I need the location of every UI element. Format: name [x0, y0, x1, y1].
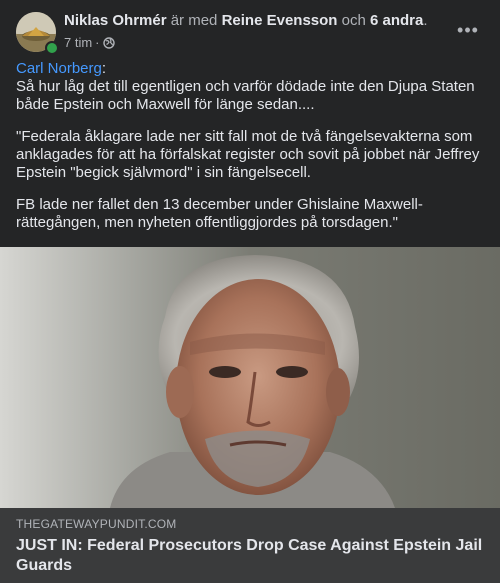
post-time[interactable]: 7 tim — [64, 35, 92, 51]
with-text: är med — [170, 12, 218, 29]
link-preview-image[interactable] — [0, 247, 500, 508]
post-header: Niklas Ohrmér är med Reine Evensson och … — [0, 0, 500, 58]
link-preview[interactable]: THEGATEWAYPUNDIT.COM JUST IN: Federal Pr… — [0, 508, 500, 583]
post-text: Carl Norberg: Så hur låg det till egentl… — [16, 60, 488, 242]
link-domain: THEGATEWAYPUNDIT.COM — [16, 517, 177, 531]
others-link[interactable]: 6 andra — [370, 12, 423, 29]
and-text: och — [341, 12, 366, 29]
link-title[interactable]: JUST IN: Federal Prosecutors Drop Case A… — [16, 536, 484, 576]
author-name[interactable]: Niklas Ohrmér — [64, 12, 167, 29]
post-meta: 7 tim · — [64, 35, 115, 51]
mention-link[interactable]: Carl Norberg — [16, 60, 102, 77]
online-status-dot — [45, 41, 59, 55]
feed-post: Niklas Ohrmér är med Reine Evensson och … — [0, 0, 500, 583]
more-options-icon[interactable]: ••• — [456, 20, 480, 40]
post-attribution: Niklas Ohrmér är med Reine Evensson och … — [64, 12, 450, 30]
tagged-person[interactable]: Reine Evensson — [222, 12, 338, 29]
post-paragraph-2: "Federala åklagare lade ner sitt fall mo… — [16, 128, 480, 181]
meta-separator: · — [95, 35, 100, 50]
mention-suffix: : — [101, 60, 107, 77]
post-paragraph-1: Så hur låg det till egentligen och varfö… — [16, 78, 475, 113]
period: . — [423, 12, 428, 29]
globe-icon — [102, 37, 115, 49]
post-paragraph-3: FB lade ner fallet den 13 december under… — [16, 196, 423, 231]
